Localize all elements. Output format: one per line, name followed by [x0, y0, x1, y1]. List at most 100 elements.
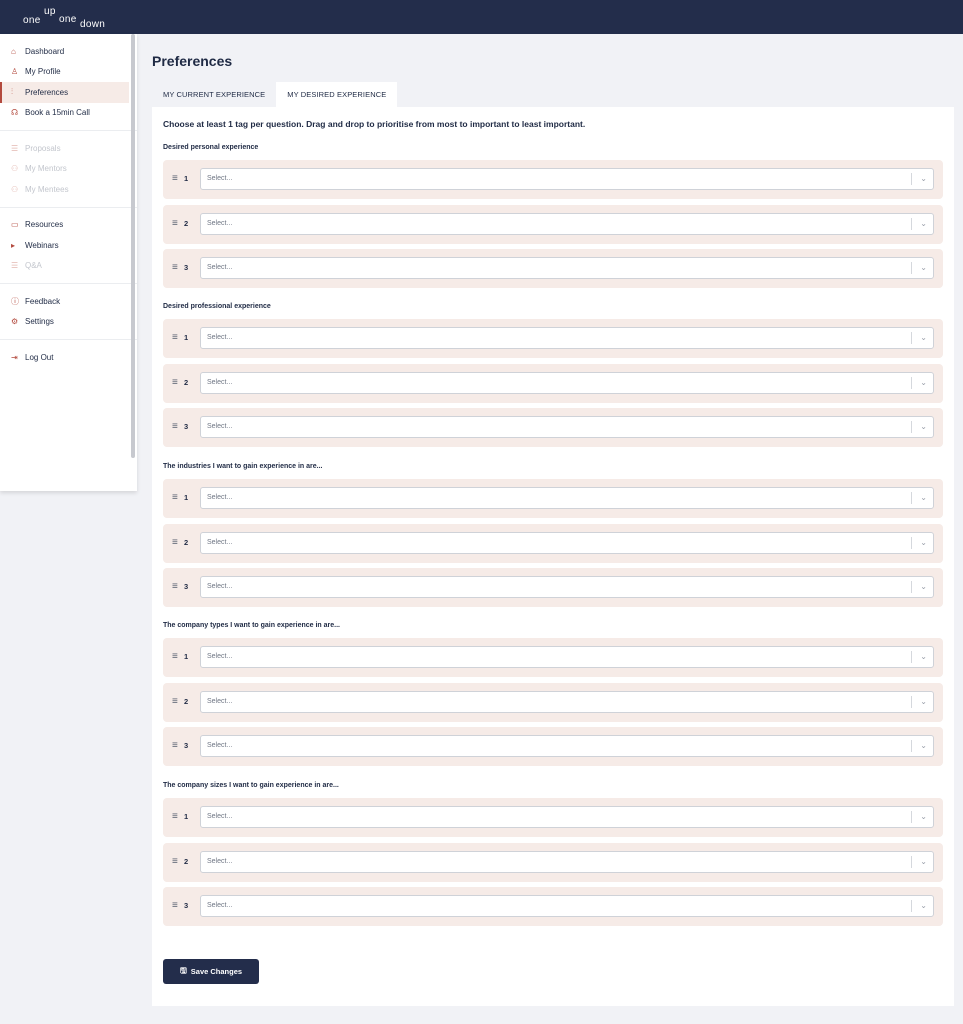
- drag-handle-icon[interactable]: ≡: [172, 651, 178, 663]
- tag-select[interactable]: Select... ⌄: [200, 327, 934, 349]
- priority-row[interactable]: ≡ 1 Select... ⌄: [163, 479, 943, 518]
- preferences-card: Choose at least 1 tag per question. Drag…: [152, 107, 954, 1006]
- sidebar-item-settings[interactable]: ⚙ Settings: [0, 312, 129, 333]
- sidebar-item-book-a-15min-call[interactable]: ☊ Book a 15min Call: [0, 103, 129, 124]
- sidebar-item-preferences[interactable]: ⫶ Preferences: [0, 82, 129, 103]
- select-placeholder: Select...: [207, 378, 233, 386]
- priority-number: 3: [184, 901, 189, 911]
- priority-row[interactable]: ≡ 3 Select... ⌄: [163, 568, 943, 608]
- chevron-down-icon[interactable]: ⌄: [920, 740, 927, 752]
- section-label: The company sizes I want to gain experie…: [163, 782, 339, 789]
- video-icon: ▸: [11, 240, 16, 250]
- sidebar-item-webinars[interactable]: ▸ Webinars: [0, 235, 129, 256]
- priority-number: 3: [184, 263, 189, 273]
- drag-handle-icon[interactable]: ≡: [172, 856, 178, 868]
- sidebar-item-my-profile[interactable]: ♙ My Profile: [0, 62, 129, 83]
- page-title: Preferences: [152, 53, 233, 69]
- tag-select[interactable]: Select... ⌄: [200, 576, 934, 599]
- sidebar-scrollbar[interactable]: [131, 34, 135, 458]
- chevron-down-icon[interactable]: ⌄: [920, 856, 927, 868]
- section-label: Desired personal experience: [163, 144, 259, 151]
- sidebar-item-feedback[interactable]: ⓘ Feedback: [0, 291, 129, 312]
- priority-row[interactable]: ≡ 3 Select... ⌄: [163, 249, 943, 289]
- tab-my-current-experience[interactable]: MY CURRENT EXPERIENCE: [152, 82, 276, 107]
- tag-select[interactable]: Select... ⌄: [200, 212, 934, 235]
- mentees-icon: ⚇: [11, 184, 19, 194]
- tag-select[interactable]: Select... ⌄: [200, 690, 934, 713]
- priority-row[interactable]: ≡ 2 Select... ⌄: [163, 363, 943, 403]
- select-placeholder: Select...: [207, 175, 233, 182]
- select-separator: [911, 811, 912, 823]
- priority-number: 3: [184, 741, 189, 751]
- drag-handle-icon[interactable]: ≡: [172, 537, 178, 549]
- sliders-icon: ⫶: [11, 87, 13, 97]
- select-separator: [911, 740, 912, 753]
- sidebar-item-log-out[interactable]: ⇥ Log Out: [0, 347, 129, 368]
- drag-handle-icon[interactable]: ≡: [172, 332, 178, 344]
- priority-row[interactable]: ≡ 1 Select... ⌄: [163, 319, 943, 358]
- tag-select[interactable]: Select... ⌄: [200, 531, 934, 554]
- sidebar-item-dashboard[interactable]: ⌂ Dashboard: [0, 41, 129, 62]
- priority-row[interactable]: ≡ 1 Select... ⌄: [163, 798, 943, 837]
- drag-handle-icon[interactable]: ≡: [172, 421, 178, 433]
- tab-my-desired-experience[interactable]: MY DESIRED EXPERIENCE: [276, 82, 398, 107]
- chevron-down-icon[interactable]: ⌄: [920, 173, 927, 185]
- tag-select[interactable]: Select... ⌄: [200, 646, 934, 668]
- priority-row[interactable]: ≡ 1 Select... ⌄: [163, 638, 943, 677]
- priority-row[interactable]: ≡ 2 Select... ⌄: [163, 523, 943, 563]
- tag-select[interactable]: Select... ⌄: [200, 257, 934, 280]
- chevron-down-icon[interactable]: ⌄: [920, 218, 927, 230]
- list-icon: ☰: [11, 143, 19, 153]
- sidebar-item-label: Webinars: [25, 240, 59, 250]
- tag-select[interactable]: Select... ⌄: [200, 895, 934, 918]
- drag-handle-icon[interactable]: ≡: [172, 740, 178, 752]
- drag-handle-icon[interactable]: ≡: [172, 581, 178, 593]
- tag-select[interactable]: Select... ⌄: [200, 735, 934, 758]
- priority-row[interactable]: ≡ 3 Select... ⌄: [163, 887, 943, 927]
- tag-select[interactable]: Select... ⌄: [200, 850, 934, 873]
- drag-handle-icon[interactable]: ≡: [172, 377, 178, 389]
- sidebar-item-resources[interactable]: ▭ Resources: [0, 215, 129, 236]
- chevron-down-icon[interactable]: ⌄: [920, 421, 927, 433]
- tag-select[interactable]: Select... ⌄: [200, 168, 934, 190]
- chevron-down-icon[interactable]: ⌄: [920, 696, 927, 708]
- chevron-down-icon[interactable]: ⌄: [920, 537, 927, 549]
- drag-handle-icon[interactable]: ≡: [172, 173, 178, 185]
- mentors-icon: ⚇: [11, 164, 19, 174]
- chevron-down-icon[interactable]: ⌄: [920, 581, 927, 593]
- chevron-down-icon[interactable]: ⌄: [920, 332, 927, 344]
- chevron-down-icon[interactable]: ⌄: [920, 262, 927, 274]
- drag-handle-icon[interactable]: ≡: [172, 218, 178, 230]
- priority-number: 2: [184, 537, 189, 547]
- priority-row[interactable]: ≡ 3 Select... ⌄: [163, 408, 943, 448]
- chevron-down-icon[interactable]: ⌄: [920, 492, 927, 504]
- logo-word-up: up: [44, 6, 56, 17]
- save-icon: 🖫: [179, 965, 187, 975]
- priority-row[interactable]: ≡ 2 Select... ⌄: [163, 682, 943, 722]
- save-changes-button[interactable]: 🖫 Save Changes: [163, 959, 259, 984]
- sidebar-item-label: Log Out: [25, 352, 54, 362]
- tag-select[interactable]: Select... ⌄: [200, 416, 934, 439]
- tag-select[interactable]: Select... ⌄: [200, 487, 934, 509]
- drag-handle-icon[interactable]: ≡: [172, 811, 178, 823]
- drag-handle-icon[interactable]: ≡: [172, 696, 178, 708]
- tag-select[interactable]: Select... ⌄: [200, 806, 934, 828]
- select-separator: [911, 332, 912, 344]
- priority-row[interactable]: ≡ 1 Select... ⌄: [163, 160, 943, 199]
- select-placeholder: Select...: [207, 653, 233, 660]
- priority-row[interactable]: ≡ 2 Select... ⌄: [163, 842, 943, 882]
- priority-row[interactable]: ≡ 2 Select... ⌄: [163, 204, 943, 244]
- tag-select[interactable]: Select... ⌄: [200, 371, 934, 394]
- chevron-down-icon[interactable]: ⌄: [920, 811, 927, 823]
- chevron-down-icon[interactable]: ⌄: [920, 377, 927, 389]
- drag-handle-icon[interactable]: ≡: [172, 492, 178, 504]
- brand-logo[interactable]: one up one down: [23, 6, 123, 30]
- chevron-down-icon[interactable]: ⌄: [920, 651, 927, 663]
- drag-handle-icon[interactable]: ≡: [172, 900, 178, 912]
- priority-row[interactable]: ≡ 3 Select... ⌄: [163, 727, 943, 767]
- drag-handle-icon[interactable]: ≡: [172, 262, 178, 274]
- sidebar-item-label: My Mentors: [25, 164, 67, 174]
- sidebar-item-proposals: ☰ Proposals: [0, 138, 129, 159]
- chevron-down-icon[interactable]: ⌄: [920, 900, 927, 912]
- select-placeholder: Select...: [207, 334, 233, 341]
